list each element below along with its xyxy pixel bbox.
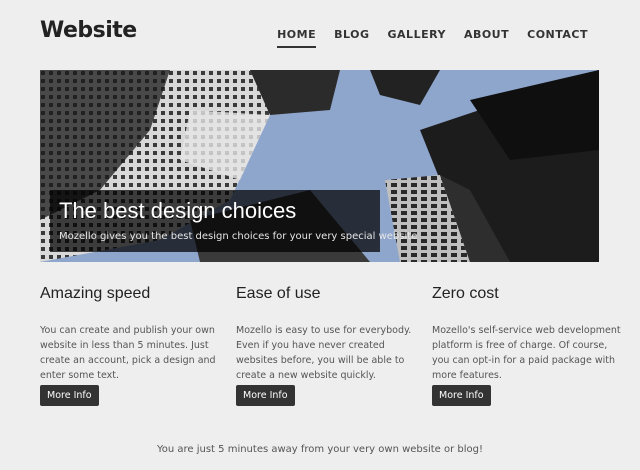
more-info-button[interactable]: More Info [40, 385, 99, 406]
more-info-button[interactable]: More Info [432, 385, 491, 406]
site-logo[interactable]: Website [40, 18, 137, 43]
feature-cost: Zero cost Mozello's self-service web dev… [432, 285, 622, 406]
hero-subtitle: Mozello gives you the best design choice… [59, 231, 418, 242]
hero-title: The best design choices [59, 198, 297, 223]
nav-blog[interactable]: BLOG [334, 28, 369, 48]
nav-home[interactable]: HOME [277, 28, 317, 48]
nav-contact[interactable]: CONTACT [527, 28, 588, 48]
feature-title: Zero cost [432, 285, 499, 302]
nav-about[interactable]: ABOUT [464, 28, 509, 48]
hero-caption: The best design choices Mozello gives yo… [50, 190, 417, 252]
feature-title: Ease of use [236, 285, 321, 302]
feature-text: Mozello is easy to use for everybody. Ev… [236, 325, 412, 381]
nav-gallery[interactable]: GALLERY [388, 28, 446, 48]
footer-tagline: You are just 5 minutes away from your ve… [156, 444, 484, 455]
more-info-button[interactable]: More Info [236, 385, 295, 406]
main-nav: HOME BLOG GALLERY ABOUT CONTACT [259, 28, 588, 48]
hero-banner: The best design choices Mozello gives yo… [40, 70, 599, 262]
feature-text: You can create and publish your own webs… [40, 325, 216, 381]
feature-speed: Amazing speed You can create and publish… [40, 285, 230, 406]
feature-text: Mozello's self-service web development p… [432, 325, 621, 381]
feature-ease: Ease of use Mozello is easy to use for e… [236, 285, 426, 406]
feature-title: Amazing speed [40, 285, 151, 302]
